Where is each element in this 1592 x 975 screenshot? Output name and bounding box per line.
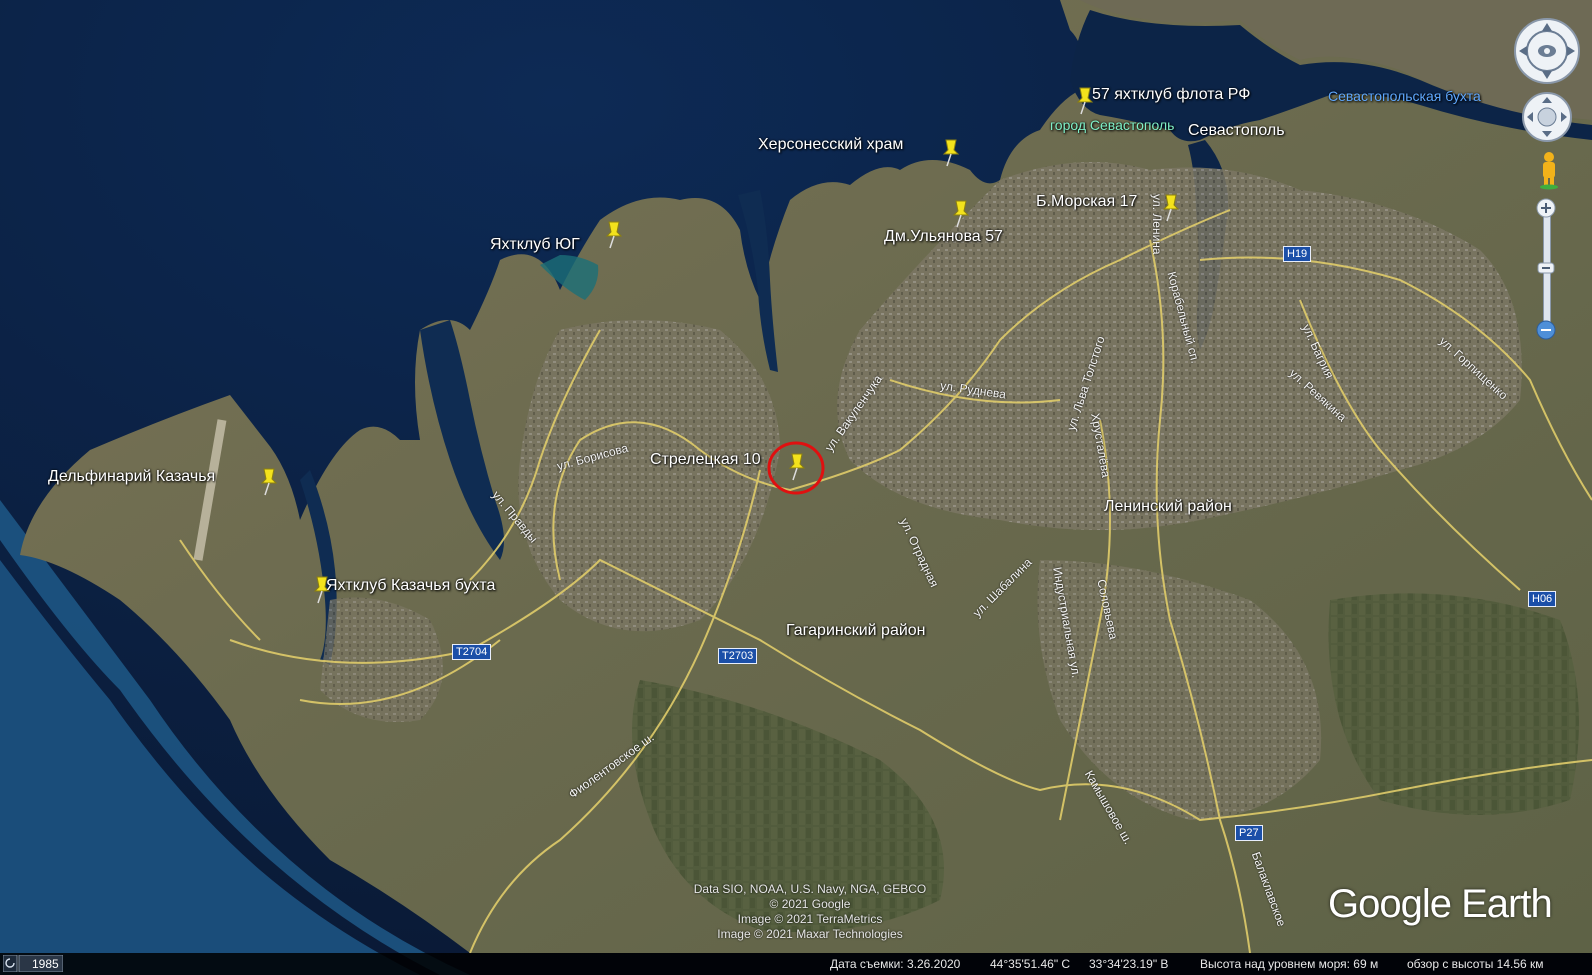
pushpin-icon[interactable] <box>940 138 962 168</box>
label-sevastopol-bay[interactable]: Севастопольская бухта <box>1328 88 1481 104</box>
pushpin-icon[interactable] <box>603 220 625 250</box>
label-leninsky-district[interactable]: Ленинский район <box>1104 498 1232 516</box>
label-morskaya[interactable]: Б.Морская 17 <box>1036 193 1137 211</box>
route-shield-t2704: T2704 <box>452 644 492 660</box>
label-streletskaya[interactable]: Стрелецкая 10 <box>650 451 761 469</box>
label-yacht-club-57[interactable]: 57 яхтклуб флота РФ <box>1092 86 1250 104</box>
zoom-out-icon[interactable] <box>1536 320 1556 340</box>
credit-line: Image © 2021 Maxar Technologies <box>717 927 903 941</box>
label-yacht-kazachya[interactable]: Яхтклуб Казачья бухта <box>326 577 495 595</box>
move-joystick-icon[interactable] <box>1521 91 1573 143</box>
elevation-readout: Высота над уровнем моря: 69 м <box>1200 957 1379 971</box>
pegman-icon[interactable] <box>1538 150 1560 190</box>
credit-line: Data SIO, NOAA, U.S. Navy, NGA, GEBCO <box>693 882 927 896</box>
zoom-slider-thumb[interactable] <box>1537 262 1555 274</box>
latitude-readout: 44°35'51.46" С <box>990 957 1071 971</box>
route-shield-h19: H19 <box>1283 246 1312 262</box>
pushpin-icon[interactable] <box>258 467 280 497</box>
capture-date: Дата съемки: 3.26.2020 <box>830 957 961 971</box>
label-chersonese[interactable]: Херсонесский храм <box>758 136 903 154</box>
credit-line: © 2021 Google <box>769 897 851 911</box>
credit-line: Image © 2021 TerraMetrics <box>737 912 883 926</box>
label-city-sevastopol[interactable]: город Севастополь <box>1050 117 1174 133</box>
route-shield-t2703: T2703 <box>718 648 758 664</box>
imagery-credits: Data SIO, NOAA, U.S. Navy, NGA, GEBCO © … <box>640 882 980 942</box>
eye-altitude-readout: обзор с высоты 14.56 км <box>1407 957 1544 971</box>
route-shield-p27: P27 <box>1235 825 1263 841</box>
history-year[interactable]: 1985 <box>32 957 59 971</box>
pushpin-icon[interactable] <box>950 199 972 229</box>
label-ulyanova[interactable]: Дм.Ульянова 57 <box>884 228 1003 246</box>
longitude-readout: 33°34'23.19" В <box>1089 957 1169 971</box>
label-gagarinsky-district[interactable]: Гагаринский район <box>786 622 926 640</box>
label-yacht-yug[interactable]: Яхтклуб ЮГ <box>490 236 580 254</box>
google-earth-logo: Google Earth <box>1328 882 1553 926</box>
zoom-in-icon[interactable] <box>1536 198 1556 218</box>
street-lenina: ул. Ленина <box>1150 194 1164 255</box>
label-sevastopol[interactable]: Севастополь <box>1188 122 1285 140</box>
look-joystick-icon[interactable] <box>1512 16 1582 86</box>
label-dolphinarium[interactable]: Дельфинарий Казачья <box>48 468 215 486</box>
pushpin-icon[interactable] <box>786 452 808 482</box>
route-shield-h06: H06 <box>1528 591 1557 607</box>
status-bar: 1985 Дата съемки: 3.26.2020 44°35'51.46"… <box>0 953 1592 975</box>
